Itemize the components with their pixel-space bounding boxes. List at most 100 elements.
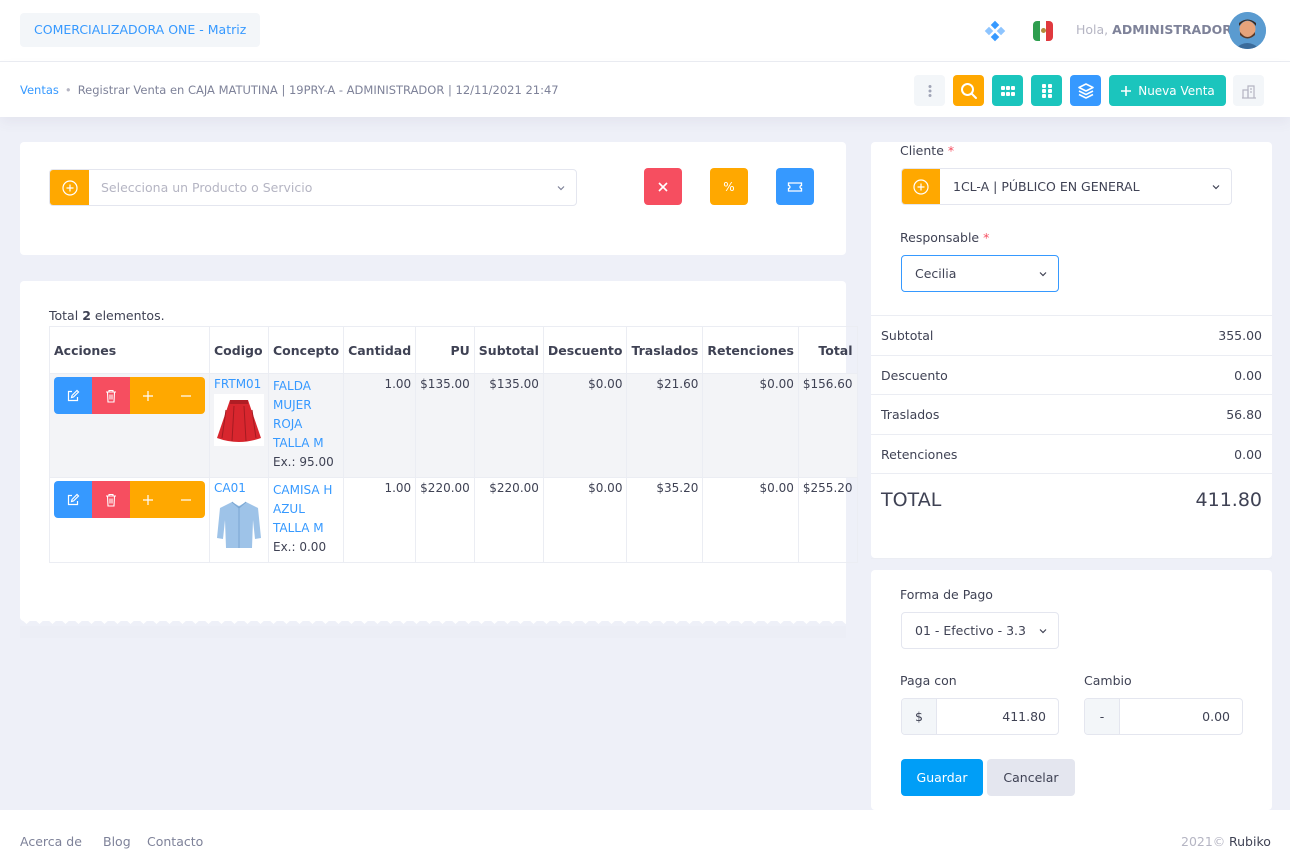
increase-quantity-button[interactable]	[129, 377, 168, 414]
responsible-select[interactable]: Cecilia	[901, 255, 1059, 292]
subheader: Ventas • Registrar Venta en CAJA MATUTINA …	[0, 62, 1290, 117]
save-button[interactable]: Guardar	[901, 759, 983, 796]
row-total: $255.20	[797, 477, 858, 563]
row-unit-price: $220.00	[415, 477, 475, 563]
divider	[871, 558, 1272, 559]
plus-icon	[143, 390, 154, 401]
total-count: 2	[82, 308, 91, 323]
mexico-flag-icon[interactable]	[1033, 21, 1053, 41]
minus-icon	[181, 394, 192, 397]
vertical-dots-icon	[928, 84, 931, 97]
payment-method-value: 01 - Efectivo - 3.3	[915, 623, 1026, 638]
footer-link-about[interactable]: Acerca de	[20, 834, 82, 849]
breadcrumb: Ventas • Registrar Venta en CAJA MATUTINA …	[20, 83, 559, 97]
company-selector[interactable]: COMERCIALIZADORA ONE - Matriz	[20, 13, 261, 47]
row-action-group	[54, 377, 205, 414]
product-concept-link[interactable]: CAMISA H AZUL TALLA M	[273, 481, 339, 538]
red-skirt-product-image	[214, 394, 264, 446]
plus-circle-icon	[61, 179, 78, 196]
stock-text: Ex.: 95.00	[273, 455, 334, 469]
clear-items-button[interactable]	[644, 168, 682, 205]
apps-button[interactable]	[1031, 75, 1062, 106]
payment-method-select[interactable]: 01 - Efectivo - 3.3	[901, 612, 1059, 649]
row-subtotal: $135.00	[473, 373, 544, 478]
row-transfers: $35.20	[626, 477, 704, 563]
user-avatar-icon	[1229, 12, 1266, 49]
pays-with-input-group: $ 411.80	[901, 698, 1059, 735]
product-concept-link[interactable]: FALDA MUJER ROJA TALLA M	[273, 377, 339, 453]
client-value: 1CL-A | PÚBLICO EN GENERAL	[953, 179, 1140, 194]
row-concept-cell: CAMISA H AZUL TALLA M Ex.: 0.00	[267, 477, 345, 563]
add-product-addon[interactable]	[50, 170, 89, 205]
client-label-text: Cliente	[900, 143, 944, 158]
user-name: ADMINISTRADOR	[1112, 22, 1232, 37]
discount-button[interactable]: %	[710, 168, 748, 205]
edit-icon	[67, 389, 80, 401]
search-icon	[960, 82, 977, 99]
row-discount: $0.00	[542, 373, 628, 478]
product-select[interactable]: Selecciona un Producto o Servicio	[49, 169, 577, 206]
decrease-quantity-button[interactable]	[167, 377, 205, 414]
building-button[interactable]	[1233, 75, 1264, 106]
ticket-button[interactable]	[776, 168, 814, 205]
cancel-button[interactable]: Cancelar	[987, 759, 1075, 796]
column-header-retenciones: Retenciones	[702, 326, 799, 374]
add-client-addon[interactable]	[902, 169, 940, 204]
chevron-down-icon	[1028, 256, 1058, 291]
summary-row-subtotal: Subtotal 355.00	[871, 315, 1272, 355]
change-input-group: - 0.00	[1084, 698, 1243, 735]
blue-shirt-product-image	[214, 498, 264, 550]
footer-link-blog[interactable]: Blog	[103, 834, 131, 849]
column-header-cantidad: Cantidad	[343, 326, 417, 374]
summary-row-traslados: Traslados 56.80	[871, 394, 1272, 434]
more-options-button[interactable]	[914, 75, 945, 106]
required-mark: *	[983, 230, 990, 245]
product-code-link[interactable]: CA01	[214, 481, 264, 495]
required-mark: *	[947, 143, 955, 158]
footer-brand-link[interactable]: Rubiko	[1229, 834, 1271, 849]
row-total: $156.60	[797, 373, 858, 478]
column-header-total: Total	[797, 326, 858, 374]
close-icon	[658, 181, 668, 192]
search-button[interactable]	[953, 75, 984, 106]
edit-button[interactable]	[54, 481, 92, 518]
concept-line: ROJA	[273, 417, 303, 431]
row-quantity: 1.00	[343, 373, 417, 478]
column-header-pu: PU	[415, 326, 475, 374]
breadcrumb-current: Registrar Venta en CAJA MATUTINA | 19PRY…	[77, 83, 559, 97]
responsible-label: Responsable *	[900, 230, 989, 245]
pays-with-input[interactable]: 411.80	[937, 699, 1058, 734]
increase-quantity-button[interactable]	[129, 481, 168, 518]
new-sale-button[interactable]: Nueva Venta	[1109, 75, 1226, 106]
product-code-link[interactable]: FRTM01	[214, 377, 264, 391]
summary-value: 0.00	[1234, 368, 1262, 383]
row-concept-cell: FALDA MUJER ROJA TALLA M Ex.: 95.00	[267, 373, 345, 478]
grid-nine-icon	[1000, 85, 1015, 96]
summary-total-row: TOTAL 411.80	[871, 473, 1272, 525]
summary-row-descuento: Descuento 0.00	[871, 355, 1272, 395]
pays-with-label: Paga con	[900, 673, 957, 688]
concept-line: TALLA M	[273, 521, 324, 535]
row-actions	[49, 477, 210, 563]
column-header-acciones: Acciones	[49, 326, 210, 374]
grid-menu-button[interactable]	[992, 75, 1023, 106]
delete-button[interactable]	[91, 377, 130, 414]
edit-button[interactable]	[54, 377, 92, 414]
table-row: CA01 CAMISA H AZUL TALLA M Ex.: 0.00 1.0…	[49, 477, 858, 563]
change-input: 0.00	[1202, 709, 1230, 724]
payment-method-label: Forma de Pago	[900, 587, 993, 602]
row-code-cell: FRTM01	[209, 373, 269, 478]
client-select[interactable]: 1CL-A | PÚBLICO EN GENERAL	[901, 168, 1232, 205]
avatar[interactable]	[1229, 12, 1266, 49]
footer-link-contact[interactable]: Contacto	[147, 834, 203, 849]
layers-button[interactable]	[1070, 75, 1101, 106]
summary-label: Traslados	[881, 407, 940, 422]
decrease-quantity-button[interactable]	[167, 481, 205, 518]
plus-circle-icon	[913, 178, 929, 195]
percent-label: %	[723, 179, 735, 194]
delete-button[interactable]	[91, 481, 130, 518]
breadcrumb-ventas-link[interactable]: Ventas	[20, 83, 59, 97]
total-label: TOTAL	[881, 488, 942, 511]
change-label: Cambio	[1084, 673, 1132, 688]
footer: Acerca de Blog Contacto 2021© Rubiko	[0, 810, 1290, 865]
